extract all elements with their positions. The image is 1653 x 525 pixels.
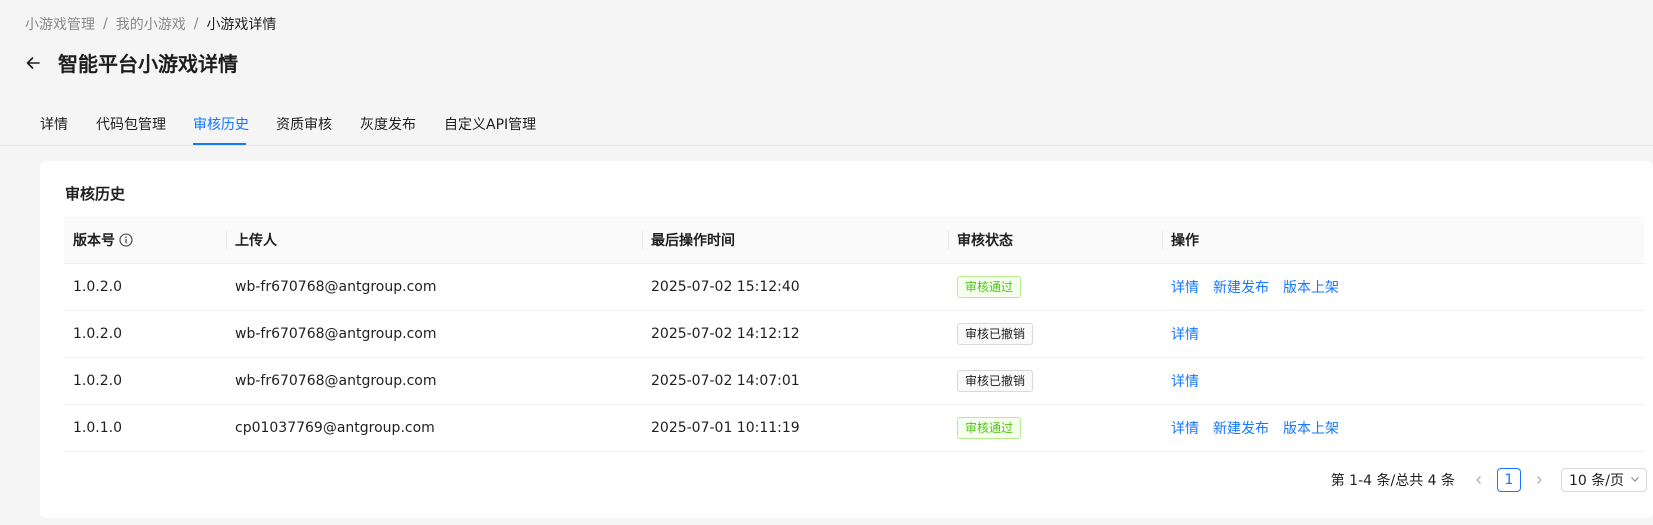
cell-actions: 详情 — [1162, 357, 1644, 405]
pagination: 第 1-4 条/总共 4 条 1 10 条/页 — [1331, 468, 1647, 492]
details-link[interactable]: 详情 — [1171, 374, 1199, 390]
breadcrumb-separator: / — [103, 16, 108, 32]
table-header-row: 版本号 上传人 最后操作时间 审核状态 操作 — [64, 217, 1644, 264]
chevron-left-icon[interactable] — [1469, 468, 1489, 492]
details-link[interactable]: 详情 — [1171, 280, 1199, 296]
version-listing-link[interactable]: 版本上架 — [1283, 280, 1339, 296]
column-header-label: 操作 — [1171, 232, 1199, 249]
tab-bar: 详情 代码包管理 审核历史 资质审核 灰度发布 自定义API管理 — [0, 104, 1653, 146]
cell-time: 2025-07-02 14:12:12 — [642, 310, 948, 358]
cell-actions: 详情 — [1162, 310, 1644, 358]
page-title: 智能平台小游戏详情 — [58, 52, 238, 76]
cell-status: 审核通过 — [948, 404, 1162, 452]
table-row: 1.0.1.0 cp01037769@antgroup.com 2025-07-… — [64, 404, 1644, 452]
tab-review-history[interactable]: 审核历史 — [193, 114, 249, 134]
cell-version: 1.0.2.0 — [64, 357, 226, 405]
column-header-review-status: 审核状态 — [948, 217, 1162, 264]
cell-status: 审核通过 — [948, 263, 1162, 311]
cell-uploader: wb-fr670768@antgroup.com — [226, 263, 642, 311]
details-link[interactable]: 详情 — [1171, 421, 1199, 437]
chevron-down-icon — [1630, 472, 1640, 488]
details-link[interactable]: 详情 — [1171, 327, 1199, 343]
tab-details[interactable]: 详情 — [40, 114, 68, 134]
tab-ink-bar — [193, 143, 246, 145]
cell-actions: 详情 新建发布 版本上架 — [1162, 263, 1644, 311]
column-header-label: 上传人 — [235, 232, 277, 249]
cell-time: 2025-07-02 14:07:01 — [642, 357, 948, 405]
breadcrumb-item-minigame-management[interactable]: 小游戏管理 — [25, 14, 95, 34]
tab-qualification-review[interactable]: 资质审核 — [276, 114, 332, 134]
cell-status: 审核已撤销 — [948, 310, 1162, 358]
version-listing-link[interactable]: 版本上架 — [1283, 421, 1339, 437]
table-row: 1.0.2.0 wb-fr670768@antgroup.com 2025-07… — [64, 310, 1644, 358]
breadcrumb-item-current: 小游戏详情 — [206, 17, 277, 33]
cell-version: 1.0.2.0 — [64, 263, 226, 311]
page-size-value: 10 条/页 — [1569, 473, 1624, 489]
info-circle-icon[interactable] — [119, 233, 133, 247]
column-header-version: 版本号 — [64, 217, 226, 264]
page: 小游戏管理 / 我的小游戏 / 小游戏详情 智能平台小游戏详情 详情 代码包管理… — [0, 0, 1653, 525]
review-history-table: 版本号 上传人 最后操作时间 审核状态 操作 1.0.2.0 wb-fr6707… — [64, 217, 1644, 452]
status-badge: 审核通过 — [957, 275, 1022, 298]
table-row: 1.0.2.0 wb-fr670768@antgroup.com 2025-07… — [64, 263, 1644, 311]
column-header-last-operation-time: 最后操作时间 — [642, 217, 948, 264]
cell-uploader: wb-fr670768@antgroup.com — [226, 310, 642, 358]
pagination-total: 第 1-4 条/总共 4 条 — [1330, 473, 1456, 489]
breadcrumb-item-my-minigames[interactable]: 我的小游戏 — [116, 14, 186, 34]
cell-status: 审核已撤销 — [948, 357, 1162, 405]
column-header-uploader: 上传人 — [226, 217, 642, 264]
breadcrumb-separator: / — [193, 16, 199, 32]
tab-code-package[interactable]: 代码包管理 — [96, 114, 166, 134]
cell-time: 2025-07-01 10:11:19 — [642, 404, 948, 452]
cell-actions: 详情 新建发布 版本上架 — [1162, 404, 1644, 452]
review-history-card: 审核历史 版本号 上传人 最后操作时间 审核状态 操作 1.0.2.0 wb-f… — [40, 161, 1653, 518]
status-badge: 审核已撤销 — [957, 322, 1034, 345]
status-badge: 审核通过 — [957, 416, 1022, 439]
column-header-label: 版本号 — [73, 232, 115, 249]
page-size-select[interactable]: 10 条/页 — [1561, 468, 1647, 492]
new-release-link[interactable]: 新建发布 — [1213, 280, 1269, 296]
column-header-label: 审核状态 — [957, 232, 1013, 249]
cell-version: 1.0.2.0 — [64, 310, 226, 358]
tab-gray-release[interactable]: 灰度发布 — [360, 114, 416, 134]
pagination-page-1[interactable]: 1 — [1497, 468, 1522, 492]
tab-custom-api[interactable]: 自定义API管理 — [444, 114, 536, 134]
cell-version: 1.0.1.0 — [64, 404, 226, 452]
arrow-left-icon[interactable] — [22, 52, 44, 74]
new-release-link[interactable]: 新建发布 — [1213, 421, 1269, 437]
column-header-label: 最后操作时间 — [651, 232, 735, 249]
column-header-actions: 操作 — [1162, 217, 1644, 264]
breadcrumb: 小游戏管理 / 我的小游戏 / 小游戏详情 — [25, 14, 276, 34]
cell-uploader: wb-fr670768@antgroup.com — [226, 357, 642, 405]
cell-time: 2025-07-02 15:12:40 — [642, 263, 948, 311]
chevron-right-icon[interactable] — [1529, 468, 1549, 492]
page-header: 智能平台小游戏详情 — [22, 48, 238, 77]
cell-uploader: cp01037769@antgroup.com — [226, 404, 642, 452]
status-badge: 审核已撤销 — [957, 369, 1034, 392]
table-row: 1.0.2.0 wb-fr670768@antgroup.com 2025-07… — [64, 357, 1644, 405]
card-title: 审核历史 — [65, 185, 126, 203]
